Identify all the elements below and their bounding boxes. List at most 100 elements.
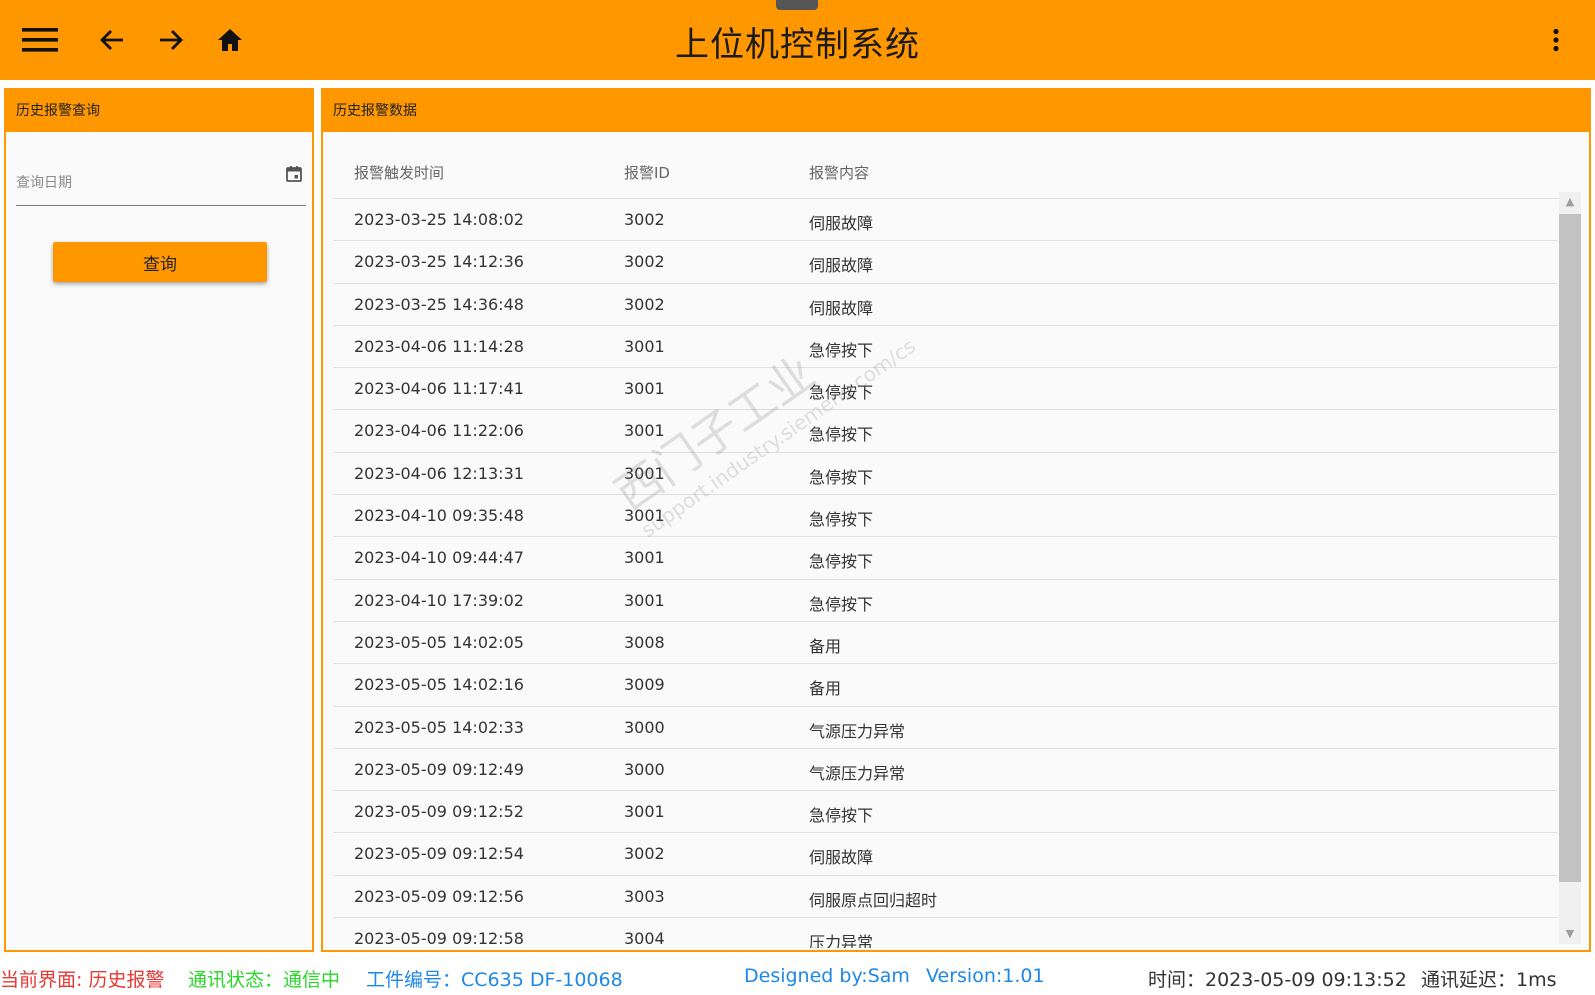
cell-alarm-content: 备用 <box>809 679 842 699</box>
cell-trigger-time: 2023-04-10 09:35:48 <box>354 506 524 526</box>
app-toolbar: 上位机控制系统 <box>0 0 1595 80</box>
table-row[interactable]: 2023-04-06 11:17:41 3001 急停按下 <box>333 368 1557 411</box>
cell-trigger-time: 2023-03-25 14:08:02 <box>354 210 524 229</box>
cell-trigger-time: 2023-03-25 14:36:48 <box>354 294 524 314</box>
query-date-field[interactable] <box>16 148 306 206</box>
column-header-content[interactable]: 报警内容 <box>809 162 869 183</box>
cell-alarm-id: 3001 <box>624 463 665 483</box>
table-row[interactable]: 2023-03-25 14:12:36 3002 伺服故障 <box>333 241 1557 284</box>
cell-trigger-time: 2023-05-09 09:12:58 <box>354 929 524 948</box>
alarm-data-panel-title: 历史报警数据 <box>323 90 1589 132</box>
cell-alarm-id: 3002 <box>624 252 665 272</box>
cell-alarm-content: 急停按下 <box>809 467 874 487</box>
calendar-icon[interactable] <box>284 164 304 184</box>
column-header-time[interactable]: 报警触发时间 <box>354 162 444 183</box>
query-panel: 历史报警查询 查询 <box>4 88 314 952</box>
cell-alarm-content: 伺服故障 <box>809 214 874 233</box>
cell-trigger-time: 2023-04-06 12:13:31 <box>354 463 524 483</box>
cell-alarm-content: 急停按下 <box>809 552 874 572</box>
cell-alarm-id: 3002 <box>624 210 665 229</box>
cell-alarm-content: 气源压力异常 <box>809 721 906 741</box>
table-scrollbar[interactable]: ▲ ▼ <box>1559 192 1581 944</box>
table-row[interactable]: 2023-05-05 14:02:05 3008 备用 <box>333 622 1557 665</box>
table-row[interactable]: 2023-03-25 14:36:48 3002 伺服故障 <box>333 284 1557 326</box>
query-button[interactable]: 查询 <box>53 242 267 282</box>
version-label: Version:1.01 <box>926 965 1045 987</box>
table-row[interactable]: 2023-04-10 09:44:47 3001 急停按下 <box>333 537 1557 580</box>
cell-alarm-id: 3001 <box>624 590 665 610</box>
cell-trigger-time: 2023-04-06 11:22:06 <box>354 421 524 441</box>
cell-alarm-content: 急停按下 <box>809 340 874 360</box>
cell-alarm-id: 3004 <box>624 929 665 948</box>
table-row[interactable]: 2023-05-09 09:12:52 3001 急停按下 <box>333 791 1557 834</box>
cell-alarm-id: 3001 <box>624 336 665 356</box>
scroll-up-icon[interactable]: ▲ <box>1559 192 1581 212</box>
cell-alarm-content: 伺服原点回归超时 <box>809 890 938 910</box>
query-date-input[interactable] <box>16 168 266 198</box>
cell-alarm-id: 3001 <box>624 802 665 822</box>
comm-status: 通讯状态：通信中 <box>188 969 341 991</box>
cell-alarm-id: 3000 <box>624 759 665 779</box>
cell-alarm-id: 3001 <box>624 548 665 568</box>
cell-trigger-time: 2023-05-05 14:02:16 <box>354 675 524 695</box>
table-header: 报警触发时间 报警ID 报警内容 <box>333 142 1569 199</box>
cell-alarm-content: 压力异常 <box>809 933 874 948</box>
cell-trigger-time: 2023-05-05 14:02:33 <box>354 717 524 737</box>
cell-trigger-time: 2023-05-05 14:02:05 <box>354 632 524 652</box>
cell-trigger-time: 2023-05-09 09:12:52 <box>354 802 524 822</box>
current-time: 时间：2023-05-09 09:13:52 <box>1148 969 1407 991</box>
cell-alarm-content: 急停按下 <box>809 806 874 826</box>
cell-alarm-content: 急停按下 <box>809 510 874 530</box>
alarm-table: 报警触发时间 报警ID 报警内容 2023-03-25 14:08:02 3002… <box>333 142 1569 948</box>
table-row[interactable]: 2023-05-05 14:02:33 3000 气源压力异常 <box>333 707 1557 749</box>
table-row[interactable]: 2023-05-05 14:02:16 3009 备用 <box>333 664 1557 707</box>
cell-trigger-time: 2023-04-10 09:44:47 <box>354 548 524 568</box>
cell-alarm-content: 伺服故障 <box>809 848 874 868</box>
scroll-down-icon[interactable]: ▼ <box>1559 924 1581 944</box>
query-panel-title: 历史报警查询 <box>6 90 312 132</box>
cell-alarm-id: 3002 <box>624 844 665 864</box>
window-notch <box>776 0 818 10</box>
workpiece-number: 工件编号：CC635 DF-10068 <box>366 969 623 991</box>
cell-trigger-time: 2023-04-10 17:39:02 <box>354 590 524 610</box>
more-vertical-icon[interactable] <box>1534 18 1578 62</box>
current-page-status: 当前界面: 历史报警 <box>0 969 165 991</box>
cell-alarm-id: 3001 <box>624 421 665 441</box>
table-row[interactable]: 2023-05-09 09:12:49 3000 气源压力异常 <box>333 749 1557 792</box>
cell-alarm-id: 3003 <box>624 886 665 906</box>
cell-trigger-time: 2023-04-06 11:17:41 <box>354 379 524 399</box>
cell-alarm-content: 伺服故障 <box>809 256 874 276</box>
table-row[interactable]: 2023-05-09 09:12:56 3003 伺服原点回归超时 <box>333 876 1557 919</box>
cell-alarm-id: 3000 <box>624 717 665 737</box>
table-row[interactable]: 2023-05-09 09:12:58 3004 压力异常 <box>333 918 1557 948</box>
cell-trigger-time: 2023-05-09 09:12:54 <box>354 844 524 864</box>
cell-trigger-time: 2023-04-06 11:14:28 <box>354 336 524 356</box>
cell-trigger-time: 2023-03-25 14:12:36 <box>354 252 524 272</box>
column-header-id[interactable]: 报警ID <box>624 162 670 183</box>
cell-alarm-content: 备用 <box>809 636 842 656</box>
table-row[interactable]: 2023-04-06 12:13:31 3001 急停按下 <box>333 453 1557 496</box>
cell-alarm-content: 伺服故障 <box>809 298 874 318</box>
table-row[interactable]: 2023-05-09 09:12:54 3002 伺服故障 <box>333 833 1557 876</box>
cell-alarm-id: 3001 <box>624 506 665 526</box>
cell-alarm-id: 3001 <box>624 379 665 399</box>
app-title: 上位机控制系统 <box>675 25 920 65</box>
scroll-thumb[interactable] <box>1559 214 1581 882</box>
designer-credit: Designed by:Sam <box>744 965 910 987</box>
cell-alarm-id: 3002 <box>624 294 665 314</box>
alarm-data-panel: 历史报警数据 报警触发时间 报警ID 报警内容 2023-03-25 14:08… <box>321 88 1591 952</box>
cell-trigger-time: 2023-05-09 09:12:56 <box>354 886 524 906</box>
cell-alarm-content: 急停按下 <box>809 383 874 403</box>
table-row[interactable]: 2023-04-10 09:35:48 3001 急停按下 <box>333 495 1557 538</box>
table-row[interactable]: 2023-03-25 14:08:02 3002 伺服故障 <box>333 199 1557 242</box>
cell-alarm-content: 急停按下 <box>809 594 874 614</box>
cell-alarm-id: 3008 <box>624 632 665 652</box>
cell-alarm-id: 3009 <box>624 675 665 695</box>
table-body[interactable]: 2023-03-25 14:08:02 3002 伺服故障 2023-03-25 14… <box>333 199 1557 948</box>
status-bar: 当前界面: 历史报警 通讯状态：通信中 工件编号：CC635 DF-10068 … <box>0 957 1595 995</box>
table-row[interactable]: 2023-04-06 11:14:28 3001 急停按下 <box>333 326 1557 369</box>
table-row[interactable]: 2023-04-10 17:39:02 3001 急停按下 <box>333 580 1557 622</box>
cell-trigger-time: 2023-05-09 09:12:49 <box>354 759 524 779</box>
comm-latency: 通讯延迟：1ms <box>1421 969 1557 991</box>
table-row[interactable]: 2023-04-06 11:22:06 3001 急停按下 <box>333 410 1557 453</box>
